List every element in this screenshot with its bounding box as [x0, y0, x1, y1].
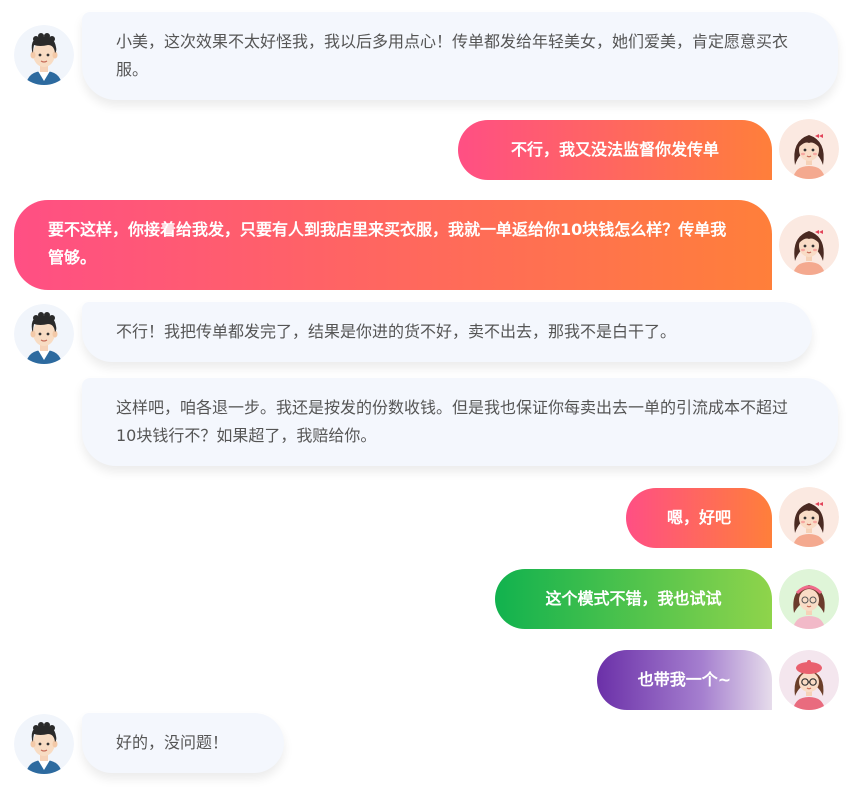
message-bubble: 小美，这次效果不太好怪我，我以后多用点心！传单都发给年轻美女，她们爱美，肯定愿意…	[82, 12, 838, 100]
boy-avatar-icon	[14, 714, 74, 774]
boy-avatar-icon	[14, 25, 74, 85]
message-text: 好的，没问题！	[116, 733, 229, 752]
girl-avatar-icon	[779, 487, 839, 547]
message-text: 也带我一个~	[637, 670, 732, 689]
girl-avatar-icon	[779, 215, 839, 275]
message-text: 这个模式不错，我也试试	[545, 589, 722, 608]
message-bubble: 不行，我又没法监督你发传单	[458, 120, 772, 180]
message-bubble: 好的，没问题！	[82, 713, 284, 773]
girl-avatar[interactable]	[779, 215, 839, 275]
message-text: 不行！我把传单都发完了，结果是你进的货不好，卖不出去，那我不是白干了。	[116, 322, 677, 341]
message-bubble: 这样吧，咱各退一步。我还是按发的份数收钱。但是我也保证你每卖出去一单的引流成本不…	[82, 378, 838, 466]
girl-avatar[interactable]	[779, 119, 839, 179]
message-text: 这样吧，咱各退一步。我还是按发的份数收钱。但是我也保证你每卖出去一单的引流成本不…	[116, 398, 789, 445]
message-bubble: 不行！我把传单都发完了，结果是你进的货不好，卖不出去，那我不是白干了。	[82, 302, 812, 362]
message-bubble: 要不这样，你接着给我发，只要有人到我店里来买衣服，我就一单返给你10块钱怎么样？…	[14, 200, 772, 290]
boy-avatar[interactable]	[14, 714, 74, 774]
boy-avatar-icon	[14, 304, 74, 364]
girl-avatar[interactable]	[779, 487, 839, 547]
message-text: 嗯，好吧	[666, 508, 731, 527]
girl-avatar-icon	[779, 119, 839, 179]
girl-glasses-avatar-icon	[779, 650, 839, 710]
message-text: 要不这样，你接着给我发，只要有人到我店里来买衣服，我就一单返给你10块钱怎么样？…	[48, 220, 727, 267]
message-bubble: 这个模式不错，我也试试	[495, 569, 772, 629]
girl-headband-avatar-icon	[779, 569, 839, 629]
message-bubble: 也带我一个~	[597, 650, 772, 710]
message-text: 不行，我又没法监督你发传单	[510, 140, 719, 159]
boy-avatar[interactable]	[14, 25, 74, 85]
girl-glasses-avatar[interactable]	[779, 650, 839, 710]
message-bubble: 嗯，好吧	[626, 488, 772, 548]
message-text: 小美，这次效果不太好怪我，我以后多用点心！传单都发给年轻美女，她们爱美，肯定愿意…	[116, 32, 789, 79]
boy-avatar[interactable]	[14, 304, 74, 364]
girl-headband-avatar[interactable]	[779, 569, 839, 629]
